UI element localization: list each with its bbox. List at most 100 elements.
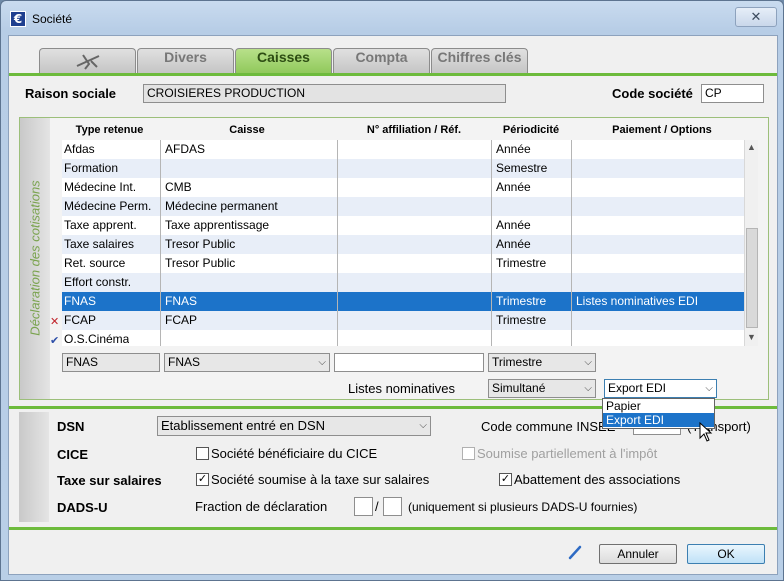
table-cell-type: Médecine Perm. <box>64 199 152 213</box>
table-row[interactable]: O.S.Cinéma <box>62 330 744 349</box>
table-cell-type: FNAS <box>64 294 97 308</box>
table-row[interactable]: FNAS FNAS Trimestre Listes nominatives EDI <box>62 292 744 311</box>
window-title: Société <box>32 12 73 26</box>
scroll-thumb[interactable] <box>746 228 758 328</box>
declaration-panel: Déclaration des cotisations Type retenue… <box>19 117 769 400</box>
raison-sociale-label: Raison sociale <box>25 86 117 101</box>
dadsu-label: DADS-U <box>57 500 108 515</box>
grid-header: Type retenue Caisse N° affiliation / Réf… <box>62 122 758 140</box>
abattement-checkbox[interactable]: ✓ <box>499 473 512 486</box>
table-cell-caisse: Tresor Public <box>165 256 236 270</box>
table-cell-periodicite: Année <box>496 180 531 194</box>
col-paiement[interactable]: Paiement / Options <box>571 124 753 136</box>
fraction-numerator-input[interactable] <box>354 497 373 516</box>
check-marker-icon[interactable]: ✔ <box>50 334 59 347</box>
tab-general[interactable] <box>39 48 136 74</box>
pen-icon[interactable] <box>567 544 583 560</box>
commune-insee-label: Code commune INSEE <box>481 419 616 434</box>
scroll-up-icon[interactable]: ▲ <box>747 142 756 152</box>
table-cell-type: Formation <box>64 161 119 175</box>
chevron-down-icon: ⌵ <box>419 420 427 431</box>
listes-nominatives-label: Listes nominatives <box>348 381 455 396</box>
table-cell-caisse: Taxe apprentissage <box>165 218 270 232</box>
close-button[interactable]: ✕ <box>735 7 777 27</box>
table-cell-periodicite: Année <box>496 142 531 156</box>
fraction-denominator-input[interactable] <box>383 497 402 516</box>
fraction-note: (uniquement si plusieurs DADS-U fournies… <box>408 500 638 514</box>
table-row[interactable]: Taxe apprent. Taxe apprentissage Année <box>62 216 744 235</box>
table-row[interactable]: Médecine Perm. Médecine permanent <box>62 197 744 216</box>
table-row[interactable]: Formation Semestre <box>62 159 744 178</box>
taxe-salaires-label: Taxe sur salaires <box>57 473 162 488</box>
col-periodicite[interactable]: Périodicité <box>491 124 571 136</box>
table-cell-type: Médecine Int. <box>64 180 137 194</box>
table-cell-type: O.S.Cinéma <box>64 332 130 346</box>
dsn-label: DSN <box>57 419 85 434</box>
fraction-label: Fraction de déclaration <box>195 499 328 514</box>
col-caisse[interactable]: Caisse <box>157 124 337 136</box>
grid-divider <box>491 140 492 346</box>
ok-button[interactable]: OK <box>687 544 765 564</box>
table-cell-type: Taxe salaires <box>64 237 135 251</box>
dsn-select[interactable]: Etablissement entré en DSN ⌵ <box>157 416 431 436</box>
dropdown-option-papier[interactable]: Papier <box>603 399 714 413</box>
declaration-side-label: Déclaration des cotisations <box>27 180 43 336</box>
col-affiliation[interactable]: N° affiliation / Réf. <box>337 124 491 136</box>
dsn-side-strip <box>19 412 49 522</box>
listes-mode-select[interactable]: Simultané ⌵ <box>488 379 596 398</box>
table-cell-periodicite: Trimestre <box>496 294 547 308</box>
tab-caisses[interactable]: Caisses <box>235 48 332 74</box>
cice-label: CICE <box>57 447 89 462</box>
export-value: Export EDI <box>608 381 667 395</box>
raison-sociale-field[interactable]: CROISIERES PRODUCTION <box>143 84 506 103</box>
grid-scrollbar[interactable]: ▲ ▼ <box>744 140 758 346</box>
table-cell-caisse: FCAP <box>165 313 198 327</box>
title-bar[interactable]: € Société ✕ <box>1 1 783 35</box>
chevron-down-icon: ⌵ <box>318 357 326 368</box>
table-cell-periodicite: Trimestre <box>496 256 547 270</box>
code-societe-field[interactable]: CP <box>701 84 764 103</box>
chevron-down-icon: ⌵ <box>584 383 592 394</box>
cotisations-grid[interactable]: Type retenue Caisse N° affiliation / Réf… <box>62 122 758 346</box>
chevron-down-icon: ⌵ <box>584 357 592 368</box>
chevron-down-icon: ⌵ <box>705 383 713 394</box>
table-row[interactable]: FCAP FCAP Trimestre <box>62 311 744 330</box>
col-type-retenue[interactable]: Type retenue <box>62 124 157 136</box>
table-cell-periodicite: Semestre <box>496 161 548 175</box>
taxe-salaires-checkbox[interactable]: ✓ <box>196 473 209 486</box>
tab-underline <box>9 73 777 76</box>
table-row[interactable]: Taxe salaires Tresor Public Année <box>62 235 744 254</box>
mouse-cursor-icon <box>699 422 713 442</box>
table-cell-caisse: AFDAS <box>165 142 206 156</box>
export-select[interactable]: Export EDI ⌵ <box>604 379 717 398</box>
tab-chiffres-cles[interactable]: Chiffres clés <box>431 48 528 74</box>
cice-checkbox-label: Société bénéficiaire du CICE <box>211 446 378 461</box>
tab-compta[interactable]: Compta <box>333 48 430 74</box>
grid-divider <box>571 140 572 346</box>
editor-periodicite-select[interactable]: Trimestre ⌵ <box>488 353 596 372</box>
table-row[interactable]: Afdas AFDAS Année <box>62 140 744 159</box>
table-cell-type: Effort constr. <box>64 275 132 289</box>
cancel-button[interactable]: Annuler <box>599 544 677 564</box>
table-cell-caisse: CMB <box>165 180 192 194</box>
code-societe-label: Code société <box>612 86 693 101</box>
tab-divers[interactable]: Divers <box>137 48 234 74</box>
table-cell-periodicite: Année <box>496 218 531 232</box>
dropdown-option-export-edi[interactable]: Export EDI <box>603 413 714 427</box>
listes-mode-value: Simultané <box>492 381 546 395</box>
editor-caisse-select[interactable]: FNAS ⌵ <box>164 353 330 372</box>
partial-tax-label: Soumise partiellement à l'impôt <box>477 446 658 461</box>
app-icon: € <box>10 11 26 27</box>
table-row[interactable]: Ret. source Tresor Public Trimestre <box>62 254 744 273</box>
editor-type-field[interactable]: FNAS <box>62 353 160 372</box>
delete-marker-icon[interactable]: ✕ <box>50 315 59 328</box>
partial-tax-checkbox[interactable] <box>462 447 475 460</box>
table-row[interactable]: Médecine Int. CMB Année <box>62 178 744 197</box>
scroll-down-icon[interactable]: ▼ <box>747 332 756 342</box>
cice-checkbox[interactable] <box>196 447 209 460</box>
dialog-body: Divers Caisses Compta Chiffres clés Rais… <box>8 35 778 575</box>
table-row[interactable]: Effort constr. <box>62 273 744 292</box>
plane-icon <box>76 54 99 70</box>
dialog-window: € Société ✕ Divers Caisses Compta Chiffr… <box>0 0 784 581</box>
editor-ref-input[interactable] <box>334 353 484 372</box>
